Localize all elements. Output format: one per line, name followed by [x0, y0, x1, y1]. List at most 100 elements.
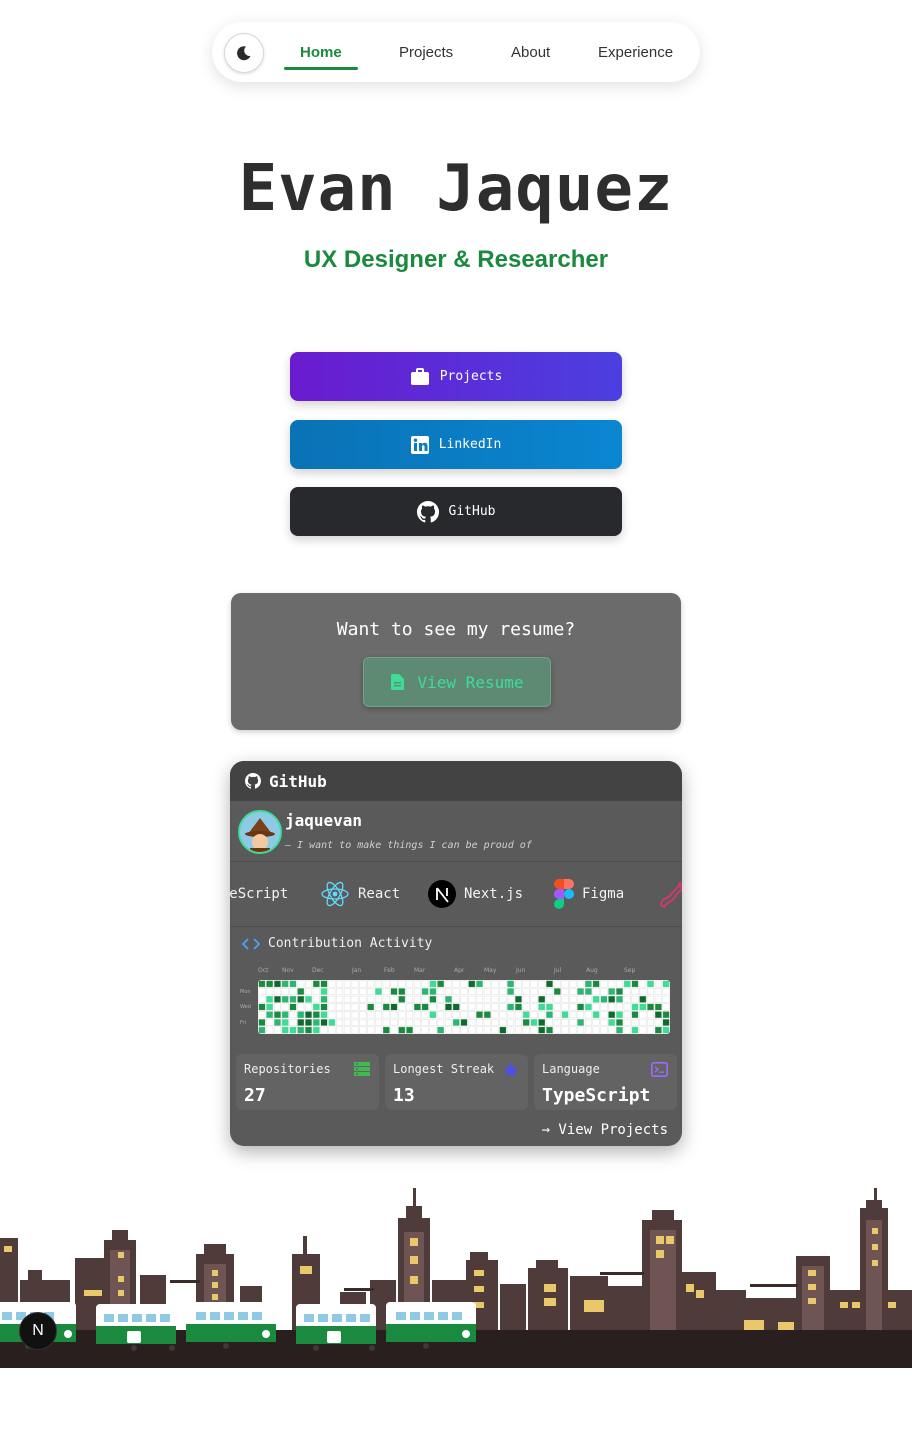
view-projects-link[interactable]: → View Projects [542, 1122, 668, 1138]
contribution-cell [351, 1011, 359, 1019]
contribution-cell [491, 980, 499, 988]
contribution-cell [312, 1018, 320, 1026]
contribution-cell [281, 1011, 289, 1019]
contribution-cell [623, 1026, 631, 1034]
linkedin-button-label: LinkedIn [438, 437, 502, 452]
contribution-cell [569, 980, 577, 988]
contribution-cell [522, 980, 530, 988]
contribution-cell [320, 980, 328, 988]
contribution-cell [390, 980, 398, 988]
contribution-cell [367, 1011, 375, 1019]
theme-toggle-button[interactable] [224, 33, 264, 73]
nextjs-dev-badge[interactable]: N [19, 1312, 57, 1350]
contribution-cell [281, 1026, 289, 1034]
contribution-cell [281, 988, 289, 996]
tech-item-typescript: TypeScript [230, 879, 288, 909]
contribution-cell [538, 1026, 546, 1034]
avatar[interactable] [238, 810, 282, 854]
contribution-cell [514, 1026, 522, 1034]
contribution-cell [305, 1018, 313, 1026]
contribution-cell [297, 1026, 305, 1034]
contribution-cell [592, 995, 600, 1003]
month-label: Aug [586, 967, 598, 974]
contribution-cell [639, 1026, 647, 1034]
contribution-cell [336, 1026, 344, 1034]
contribution-cell [522, 1003, 530, 1011]
contribution-cell [491, 1018, 499, 1026]
contribution-cell [421, 980, 429, 988]
nav-about[interactable]: About [511, 44, 550, 61]
github-button[interactable]: GitHub [290, 487, 622, 536]
contribution-cell [631, 1011, 639, 1019]
contribution-cell [312, 995, 320, 1003]
contribution-cell [499, 1011, 507, 1019]
contribution-cell [476, 980, 484, 988]
avatar-illustration [240, 812, 280, 852]
contribution-cell [507, 988, 515, 996]
contribution-cell [654, 1026, 662, 1034]
contribution-cell [592, 1011, 600, 1019]
contribution-cell [530, 1026, 538, 1034]
contribution-cell [600, 1003, 608, 1011]
projects-button[interactable]: Projects [290, 352, 622, 401]
contribution-cell [538, 988, 546, 996]
contribution-cell [584, 995, 592, 1003]
contribution-cell [452, 1003, 460, 1011]
linkedin-button[interactable]: LinkedIn [290, 420, 622, 469]
contribution-cell [553, 1026, 561, 1034]
contribution-cell [444, 980, 452, 988]
contribution-cell [437, 1003, 445, 1011]
contribution-cell [336, 1011, 344, 1019]
contribution-cell [561, 995, 569, 1003]
tech-item-figma: Figma [554, 879, 624, 909]
contribution-cell [468, 980, 476, 988]
contribution-cell [266, 995, 274, 1003]
contribution-cell [266, 1018, 274, 1026]
contribution-cell [320, 1003, 328, 1011]
contribution-cell [577, 995, 585, 1003]
github-card: GitHub jaquevan — I want to make things … [230, 761, 682, 1146]
contribution-cell [608, 980, 616, 988]
stat-value: 27 [244, 1085, 266, 1106]
contribution-cell [608, 995, 616, 1003]
contribution-cell [577, 1026, 585, 1034]
contribution-cell [662, 1026, 670, 1034]
contribution-cell [367, 1003, 375, 1011]
contribution-cell [390, 988, 398, 996]
contribution-cell [343, 1026, 351, 1034]
contribution-cell [320, 988, 328, 996]
tech-item-react: React [320, 879, 400, 909]
contribution-cell [336, 995, 344, 1003]
contribution-cell [483, 980, 491, 988]
contribution-cell [662, 988, 670, 996]
contribution-cell [320, 1011, 328, 1019]
contribution-cell [305, 1003, 313, 1011]
github-icon [416, 500, 439, 522]
contribution-cell [639, 1018, 647, 1026]
contribution-cell [561, 980, 569, 988]
contribution-cell [460, 995, 468, 1003]
contribution-cell [429, 1011, 437, 1019]
contribution-cell [530, 1003, 538, 1011]
contribution-cell [297, 1018, 305, 1026]
contribution-cell [444, 995, 452, 1003]
contribution-cell [600, 988, 608, 996]
contribution-cell [615, 1011, 623, 1019]
github-username[interactable]: jaquevan [285, 811, 362, 830]
contribution-cell [289, 988, 297, 996]
github-bio: — I want to make things I can be proud o… [285, 840, 532, 851]
contribution-cell [631, 1018, 639, 1026]
tech-label: Next.js [464, 886, 524, 902]
nav-home[interactable]: Home [300, 44, 342, 61]
contribution-cell [266, 1003, 274, 1011]
contribution-cell [359, 1026, 367, 1034]
nav-experience[interactable]: Experience [598, 44, 673, 61]
view-resume-button[interactable]: View Resume [363, 657, 551, 707]
contribution-cell [312, 988, 320, 996]
contribution-cell [328, 995, 336, 1003]
nav-projects[interactable]: Projects [399, 44, 453, 61]
contribution-cell [421, 988, 429, 996]
contribution-cell [281, 995, 289, 1003]
contribution-cell [328, 1003, 336, 1011]
contribution-cell [538, 1018, 546, 1026]
